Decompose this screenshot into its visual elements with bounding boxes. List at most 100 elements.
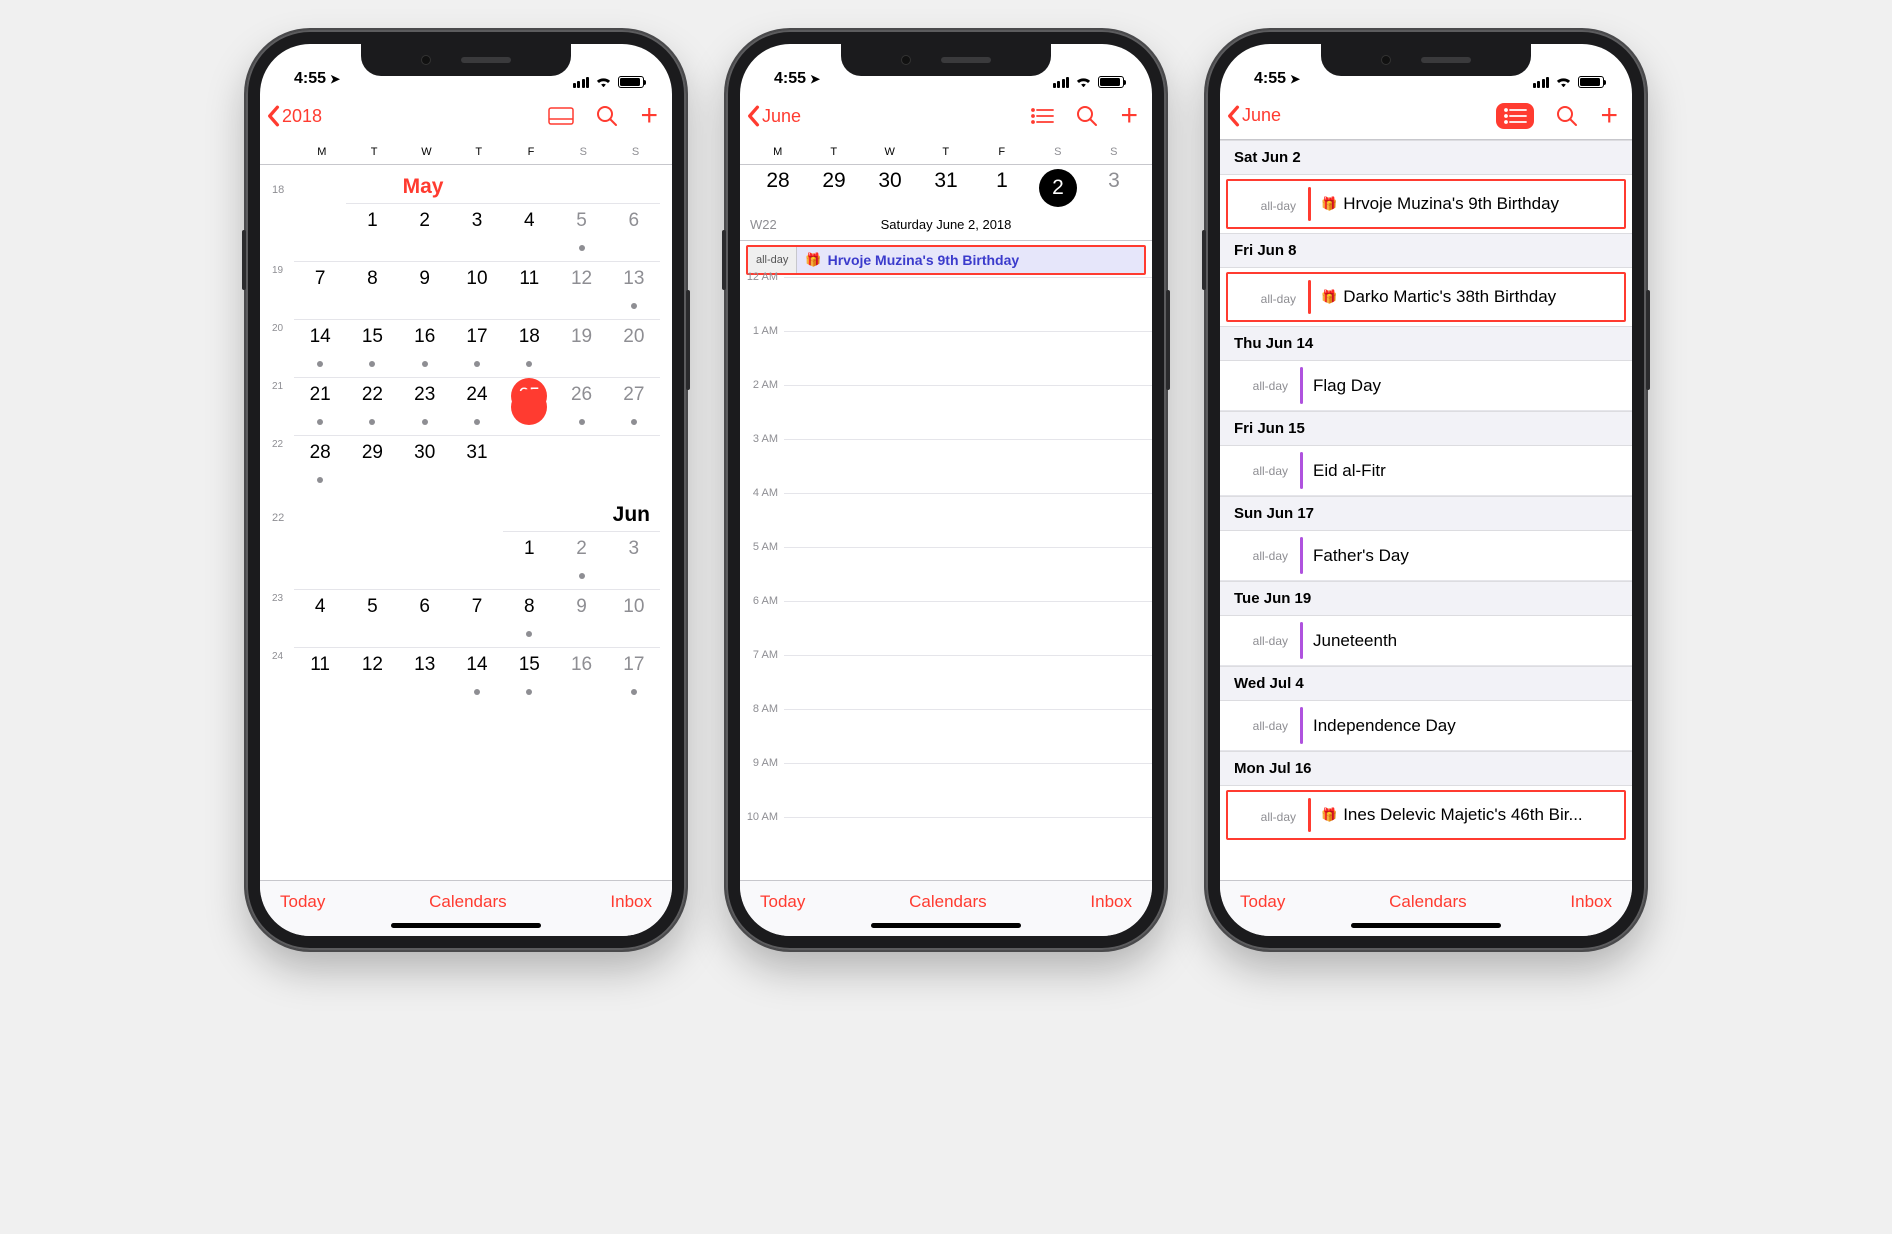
calendars-button[interactable]: Calendars bbox=[429, 892, 507, 912]
calendar-day[interactable]: 22 bbox=[346, 377, 398, 435]
day-content[interactable]: all-day 🎁 Hrvoje Muzina's 9th Birthday 1… bbox=[740, 241, 1152, 880]
agenda-event[interactable]: all-dayJuneteenth bbox=[1220, 616, 1632, 666]
calendar-day[interactable]: 18 bbox=[503, 319, 555, 377]
day-strip[interactable]: 28293031123 bbox=[740, 165, 1152, 213]
agenda-list[interactable]: Sat Jun 2all-day🎁Hrvoje Muzina's 9th Bir… bbox=[1220, 140, 1632, 880]
hour-row[interactable]: 8 AM bbox=[740, 709, 1152, 763]
calendar-day[interactable]: 2 bbox=[399, 203, 451, 261]
calendar-day[interactable]: 14 bbox=[451, 647, 503, 705]
calendar-day[interactable]: 6 bbox=[608, 203, 660, 261]
hour-row[interactable]: 10 AM bbox=[740, 817, 1152, 871]
home-indicator[interactable] bbox=[1351, 923, 1501, 928]
calendar-day[interactable]: 17 bbox=[451, 319, 503, 377]
strip-day[interactable]: 31 bbox=[918, 169, 974, 207]
inbox-button[interactable]: Inbox bbox=[1570, 892, 1612, 912]
agenda-event[interactable]: all-day🎁Darko Martic's 38th Birthday bbox=[1226, 272, 1626, 322]
agenda-event[interactable]: all-day🎁Hrvoje Muzina's 9th Birthday bbox=[1226, 179, 1626, 229]
calendar-day[interactable]: 29 bbox=[346, 435, 398, 493]
calendar-day[interactable]: 10 bbox=[608, 589, 660, 647]
hour-row[interactable]: 6 AM bbox=[740, 601, 1152, 655]
inbox-button[interactable]: Inbox bbox=[610, 892, 652, 912]
home-indicator[interactable] bbox=[391, 923, 541, 928]
calendars-button[interactable]: Calendars bbox=[909, 892, 987, 912]
today-button[interactable]: Today bbox=[760, 892, 805, 912]
today-button[interactable]: Today bbox=[280, 892, 325, 912]
today-button[interactable]: Today bbox=[1240, 892, 1285, 912]
calendar-day[interactable]: 9 bbox=[399, 261, 451, 319]
calendar-day[interactable]: 24 bbox=[451, 377, 503, 435]
calendar-day[interactable]: 9 bbox=[555, 589, 607, 647]
calendars-button[interactable]: Calendars bbox=[1389, 892, 1467, 912]
calendar-day[interactable]: 13 bbox=[608, 261, 660, 319]
hour-row[interactable]: 7 AM bbox=[740, 655, 1152, 709]
calendar-day[interactable]: 11 bbox=[503, 261, 555, 319]
calendar-day[interactable]: 5 bbox=[346, 589, 398, 647]
hour-row[interactable]: 3 AM bbox=[740, 439, 1152, 493]
strip-day[interactable]: 30 bbox=[862, 169, 918, 207]
strip-day[interactable]: 28 bbox=[750, 169, 806, 207]
allday-event[interactable]: all-day 🎁 Hrvoje Muzina's 9th Birthday bbox=[746, 245, 1146, 275]
agenda-event[interactable]: all-dayFather's Day bbox=[1220, 531, 1632, 581]
strip-day[interactable]: 3 bbox=[1086, 169, 1142, 207]
calendar-day[interactable]: 13 bbox=[399, 647, 451, 705]
calendar-day[interactable]: 15 bbox=[346, 319, 398, 377]
hour-row[interactable]: 2 AM bbox=[740, 385, 1152, 439]
calendar-day[interactable]: 1 bbox=[503, 531, 555, 589]
search-icon[interactable] bbox=[596, 105, 618, 127]
calendar-day[interactable]: 10 bbox=[451, 261, 503, 319]
hour-row[interactable]: 9 AM bbox=[740, 763, 1152, 817]
home-indicator[interactable] bbox=[871, 923, 1021, 928]
hour-row[interactable]: 4 AM bbox=[740, 493, 1152, 547]
hour-row[interactable]: 1 AM bbox=[740, 331, 1152, 385]
calendar-day[interactable]: 23 bbox=[399, 377, 451, 435]
inbox-button[interactable]: Inbox bbox=[1090, 892, 1132, 912]
calendar-day[interactable]: 11 bbox=[294, 647, 346, 705]
agenda-event[interactable]: all-day🎁Ines Delevic Majetic's 46th Bir.… bbox=[1226, 790, 1626, 840]
list-toggle-icon[interactable] bbox=[1030, 108, 1054, 124]
add-button[interactable]: + bbox=[640, 101, 658, 131]
calendar-day[interactable]: 17 bbox=[608, 647, 660, 705]
calendar-day[interactable]: 28 bbox=[294, 435, 346, 493]
calendar-day[interactable]: 27 bbox=[608, 377, 660, 435]
back-button[interactable]: June bbox=[746, 105, 801, 127]
calendar-day[interactable]: 6 bbox=[399, 589, 451, 647]
calendar-day[interactable]: 7 bbox=[451, 589, 503, 647]
strip-day[interactable]: 1 bbox=[974, 169, 1030, 207]
calendar-day[interactable]: 4 bbox=[294, 589, 346, 647]
add-button[interactable]: + bbox=[1120, 101, 1138, 131]
calendar-day[interactable]: 30 bbox=[399, 435, 451, 493]
calendar-day[interactable]: 25 bbox=[503, 377, 555, 435]
calendar-day[interactable]: 1 bbox=[346, 203, 398, 261]
calendar-day[interactable]: 3 bbox=[451, 203, 503, 261]
calendar-day[interactable]: 7 bbox=[294, 261, 346, 319]
view-toggle-icon[interactable] bbox=[548, 107, 574, 125]
agenda-event[interactable]: all-dayFlag Day bbox=[1220, 361, 1632, 411]
calendar-day[interactable]: 16 bbox=[399, 319, 451, 377]
hours-grid[interactable]: 12 AM1 AM2 AM3 AM4 AM5 AM6 AM7 AM8 AM9 A… bbox=[740, 277, 1152, 871]
calendar-day[interactable]: 19 bbox=[555, 319, 607, 377]
calendar-day[interactable]: 15 bbox=[503, 647, 555, 705]
search-icon[interactable] bbox=[1076, 105, 1098, 127]
calendar-day[interactable]: 31 bbox=[451, 435, 503, 493]
calendar-day[interactable]: 21 bbox=[294, 377, 346, 435]
calendar-day[interactable]: 8 bbox=[503, 589, 555, 647]
calendar-day[interactable]: 14 bbox=[294, 319, 346, 377]
back-button[interactable]: June bbox=[1226, 105, 1281, 127]
calendar-day[interactable]: 20 bbox=[608, 319, 660, 377]
calendar-day[interactable]: 2 bbox=[555, 531, 607, 589]
back-button[interactable]: 2018 bbox=[266, 105, 322, 127]
agenda-event[interactable]: all-dayEid al-Fitr bbox=[1220, 446, 1632, 496]
hour-row[interactable]: 12 AM bbox=[740, 277, 1152, 331]
month-content[interactable]: 18May12345619789101112132014151617181920… bbox=[260, 165, 672, 880]
calendar-day[interactable]: 4 bbox=[503, 203, 555, 261]
calendar-day[interactable]: 8 bbox=[346, 261, 398, 319]
calendar-day[interactable]: 5 bbox=[555, 203, 607, 261]
search-icon[interactable] bbox=[1556, 105, 1578, 127]
calendar-day[interactable]: 12 bbox=[346, 647, 398, 705]
add-button[interactable]: + bbox=[1600, 101, 1618, 131]
agenda-event[interactable]: all-dayIndependence Day bbox=[1220, 701, 1632, 751]
hour-row[interactable]: 5 AM bbox=[740, 547, 1152, 601]
calendar-day[interactable]: 26 bbox=[555, 377, 607, 435]
calendar-day[interactable]: 12 bbox=[555, 261, 607, 319]
list-toggle-icon[interactable] bbox=[1496, 103, 1534, 129]
